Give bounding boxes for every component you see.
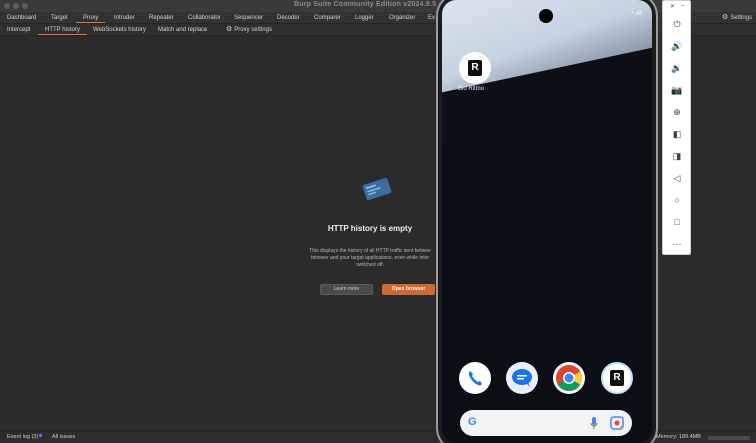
tab-intercept[interactable]: Intercept (7, 25, 30, 35)
bio-ritmo-dock-icon[interactable]: R (601, 362, 633, 394)
tab-dashboard[interactable]: Dashboard (7, 13, 36, 23)
chrome-app-icon[interactable] (553, 362, 585, 394)
google-lens-icon[interactable] (610, 416, 624, 430)
volume-down-icon[interactable]: 🔉 (669, 61, 685, 75)
rotate-left-icon[interactable]: ◧ (669, 127, 685, 141)
settings-label: Settings (730, 15, 752, 21)
wallpaper-lower (442, 140, 652, 443)
app-root: Burp Suite Community Edition v2024.8.5 -… (0, 0, 756, 443)
notification-dot-icon (39, 434, 43, 437)
empty-desc-line: browser and your target applications, ev… (310, 255, 430, 261)
proxy-settings-button[interactable]: ⚙ Proxy settings (226, 25, 272, 35)
camera-icon[interactable]: 📷 (669, 83, 685, 97)
r-logo-icon: R (610, 370, 624, 386)
tab-match-and-replace[interactable]: Match and replace (158, 25, 207, 35)
tab-http-history[interactable]: HTTP history (38, 25, 87, 35)
open-browser-button[interactable]: Open browser (382, 284, 435, 295)
tab-sequencer[interactable]: Sequencer (234, 13, 263, 23)
phone-icon (468, 371, 482, 386)
volume-up-icon[interactable]: 🔊 (669, 39, 685, 53)
emulator-toolbar: ✕ – ⏻ 🔊 🔉 📷 ⊕ ◧ ◨ ◁ ○ □ ⋯ (662, 0, 691, 255)
tab-logger[interactable]: Logger (355, 13, 374, 23)
tab-websockets-history[interactable]: WebSockets history (93, 25, 146, 35)
r-logo-icon: R (468, 60, 482, 76)
tab-target[interactable]: Target (51, 13, 68, 23)
proxy-settings-label: Proxy settings (234, 27, 272, 33)
more-icon[interactable]: ⋯ (669, 237, 685, 251)
bio-ritmo-app-icon[interactable]: R (459, 52, 491, 84)
learn-more-button[interactable]: Learn more (320, 284, 373, 295)
http-history-empty-icon (362, 177, 392, 201)
close-icon[interactable]: ✕ (670, 3, 675, 10)
minimize-icon[interactable]: – (681, 3, 684, 9)
messages-icon (512, 369, 532, 387)
empty-state-description: This displays the history of all HTTP tr… (290, 248, 450, 269)
all-issues-button[interactable]: All issues (52, 434, 75, 440)
tab-extensions[interactable]: Ex (428, 13, 435, 23)
overview-icon[interactable]: □ (669, 215, 685, 229)
event-log-label: Event log (3) (7, 434, 39, 440)
zoom-in-icon[interactable]: ⊕ (669, 105, 685, 119)
camera-cutout-icon (539, 9, 553, 23)
phone-app-icon[interactable] (459, 362, 491, 394)
tab-organizer[interactable]: Organizer (389, 13, 415, 23)
memory-usage: Memory: 189.4MB (656, 434, 701, 440)
gear-icon: ⚙ (226, 26, 233, 33)
settings-button[interactable]: ⚙ Settings (722, 13, 752, 23)
empty-desc-line: switched off. (356, 262, 384, 268)
bio-ritmo-label: Bio Ritmo (458, 86, 485, 92)
signal-battery-icon: ▾◢▮ (631, 10, 642, 16)
google-g-icon: G (468, 416, 477, 428)
tab-intruder[interactable]: Intruder (114, 13, 135, 23)
memory-bar (708, 436, 750, 440)
home-icon[interactable]: ○ (669, 193, 685, 207)
power-icon[interactable]: ⏻ (669, 17, 685, 31)
empty-desc-line: This displays the history of all HTTP tr… (309, 248, 431, 254)
gear-icon: ⚙ (722, 14, 729, 21)
phone-screen[interactable]: ▾◢▮ R Bio Ritmo R G (442, 0, 652, 443)
back-icon[interactable]: ◁ (669, 171, 685, 185)
tab-comparer[interactable]: Comparer (314, 13, 341, 23)
tab-collaborator[interactable]: Collaborator (188, 13, 221, 23)
microphone-icon[interactable] (590, 417, 598, 429)
tab-proxy[interactable]: Proxy (76, 13, 106, 23)
google-search-bar[interactable]: G (460, 410, 632, 436)
tab-decoder[interactable]: Decoder (277, 13, 300, 23)
rotate-right-icon[interactable]: ◨ (669, 149, 685, 163)
messages-app-icon[interactable] (506, 362, 538, 394)
chrome-icon (556, 365, 583, 392)
tab-repeater[interactable]: Repeater (149, 13, 174, 23)
event-log-button[interactable]: Event log (3) (7, 434, 43, 440)
